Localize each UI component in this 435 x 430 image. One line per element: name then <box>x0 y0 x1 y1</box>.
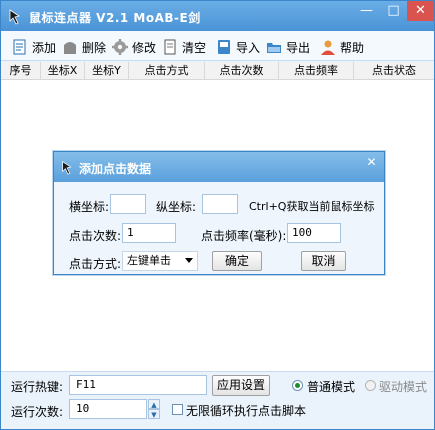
click-frequency-input[interactable]: 100 <box>287 223 341 243</box>
run-count-stepper[interactable]: ▲ ▼ <box>148 399 160 419</box>
toolbar: 添加 删除 修改 清空 导入 导出 帮助 <box>1 31 434 61</box>
ok-button[interactable]: 确定 <box>212 251 262 271</box>
column-header[interactable]: 序号 <box>1 62 41 80</box>
y-coordinate-input[interactable] <box>202 194 238 214</box>
title-bar[interactable]: 鼠标连点器 V2.1 MoAB-E剑 — □ ✕ <box>1 1 434 31</box>
import-label: 导入 <box>236 40 261 55</box>
chevron-down-icon <box>185 258 193 263</box>
dialog-title: 添加点击数据 <box>79 162 152 176</box>
column-header[interactable]: 点击状态 <box>354 62 434 80</box>
app-logo-icon <box>62 161 72 175</box>
x-coordinate-input[interactable] <box>110 194 146 214</box>
infinite-loop-label[interactable]: 无限循环执行点击脚本 <box>186 402 306 419</box>
dialog-title-bar[interactable]: 添加点击数据 ✕ <box>54 152 384 182</box>
import-button[interactable]: 导入 <box>215 37 260 57</box>
add-click-data-dialog: 添加点击数据 ✕ 横坐标: 纵坐标: Ctrl+Q获取当前鼠标坐标 点击次数: … <box>53 151 385 275</box>
normal-mode-label[interactable]: 普通模式 <box>307 378 355 395</box>
export-button[interactable]: 导出 <box>265 37 310 57</box>
clear-label: 清空 <box>182 40 207 55</box>
help-label: 帮助 <box>340 40 365 55</box>
minimize-icon: — <box>360 3 373 18</box>
user-help-icon <box>321 40 335 55</box>
column-header[interactable]: 点击次数 <box>205 62 279 80</box>
dialog-close-button[interactable]: ✕ <box>359 152 384 172</box>
click-count-label: 点击次数: <box>69 229 122 243</box>
click-count-input[interactable]: 1 <box>122 223 176 243</box>
close-icon: ✕ <box>366 155 377 169</box>
clear-button[interactable]: 清空 <box>161 37 206 57</box>
driver-mode-label[interactable]: 驱动模式 <box>379 378 427 395</box>
normal-mode-radio[interactable] <box>292 380 303 391</box>
hotkey-input[interactable]: F11 <box>69 375 207 395</box>
x-coordinate-label: 横坐标: <box>69 200 110 214</box>
maximize-button[interactable]: □ <box>380 1 407 21</box>
add-label: 添加 <box>32 40 57 55</box>
apply-settings-button[interactable]: 应用设置 <box>212 375 270 396</box>
table-header: 序号 坐标X 坐标Y 点击方式 点击次数 点击频率 点击状态 <box>1 62 434 80</box>
settings-panel: 运行热键: F11 应用设置 普通模式 驱动模式 运行次数: 10 ▲ ▼ 无限… <box>1 371 434 429</box>
export-folder-icon <box>267 43 281 53</box>
coordinate-hotkey-hint: Ctrl+Q获取当前鼠标坐标 <box>249 200 375 213</box>
cancel-button[interactable]: 取消 <box>301 251 346 271</box>
document-clear-icon <box>164 39 176 55</box>
click-mode-value: 左键单击 <box>127 254 171 267</box>
close-button[interactable]: ✕ <box>407 1 434 21</box>
main-window: 鼠标连点器 V2.1 MoAB-E剑 — □ ✕ 添加 删除 修改 清空 导入 … <box>0 0 435 430</box>
trash-icon <box>64 42 76 54</box>
window-title: 鼠标连点器 V2.1 MoAB-E剑 <box>29 11 201 25</box>
column-header[interactable]: 坐标Y <box>85 62 129 80</box>
hotkey-label: 运行热键: <box>11 380 64 394</box>
maximize-icon: □ <box>387 3 400 18</box>
gear-icon <box>112 39 128 55</box>
column-header[interactable]: 坐标X <box>41 62 85 80</box>
stepper-down-icon[interactable]: ▼ <box>148 409 160 419</box>
delete-label: 删除 <box>82 40 107 55</box>
infinite-loop-checkbox[interactable] <box>172 404 183 415</box>
driver-mode-radio[interactable] <box>365 380 376 391</box>
close-icon: ✕ <box>415 3 426 18</box>
column-header[interactable]: 点击方式 <box>129 62 205 80</box>
edit-label: 修改 <box>132 40 157 55</box>
delete-button[interactable]: 删除 <box>61 37 106 57</box>
column-header[interactable]: 点击频率 <box>279 62 354 80</box>
minimize-button[interactable]: — <box>353 1 380 21</box>
stepper-up-icon[interactable]: ▲ <box>148 399 160 409</box>
document-add-icon <box>13 39 26 55</box>
click-mode-label: 点击方式: <box>69 257 122 271</box>
run-count-label: 运行次数: <box>11 405 64 419</box>
export-label: 导出 <box>286 40 311 55</box>
help-button[interactable]: 帮助 <box>319 37 364 57</box>
add-button[interactable]: 添加 <box>11 37 56 57</box>
y-coordinate-label: 纵坐标: <box>156 200 197 214</box>
app-logo-icon <box>9 9 20 25</box>
click-mode-select[interactable]: 左键单击 <box>122 251 198 271</box>
run-count-input[interactable]: 10 <box>69 399 147 419</box>
click-frequency-label: 点击频率(毫秒): <box>201 229 287 243</box>
edit-button[interactable]: 修改 <box>111 37 156 57</box>
import-icon <box>218 40 230 54</box>
